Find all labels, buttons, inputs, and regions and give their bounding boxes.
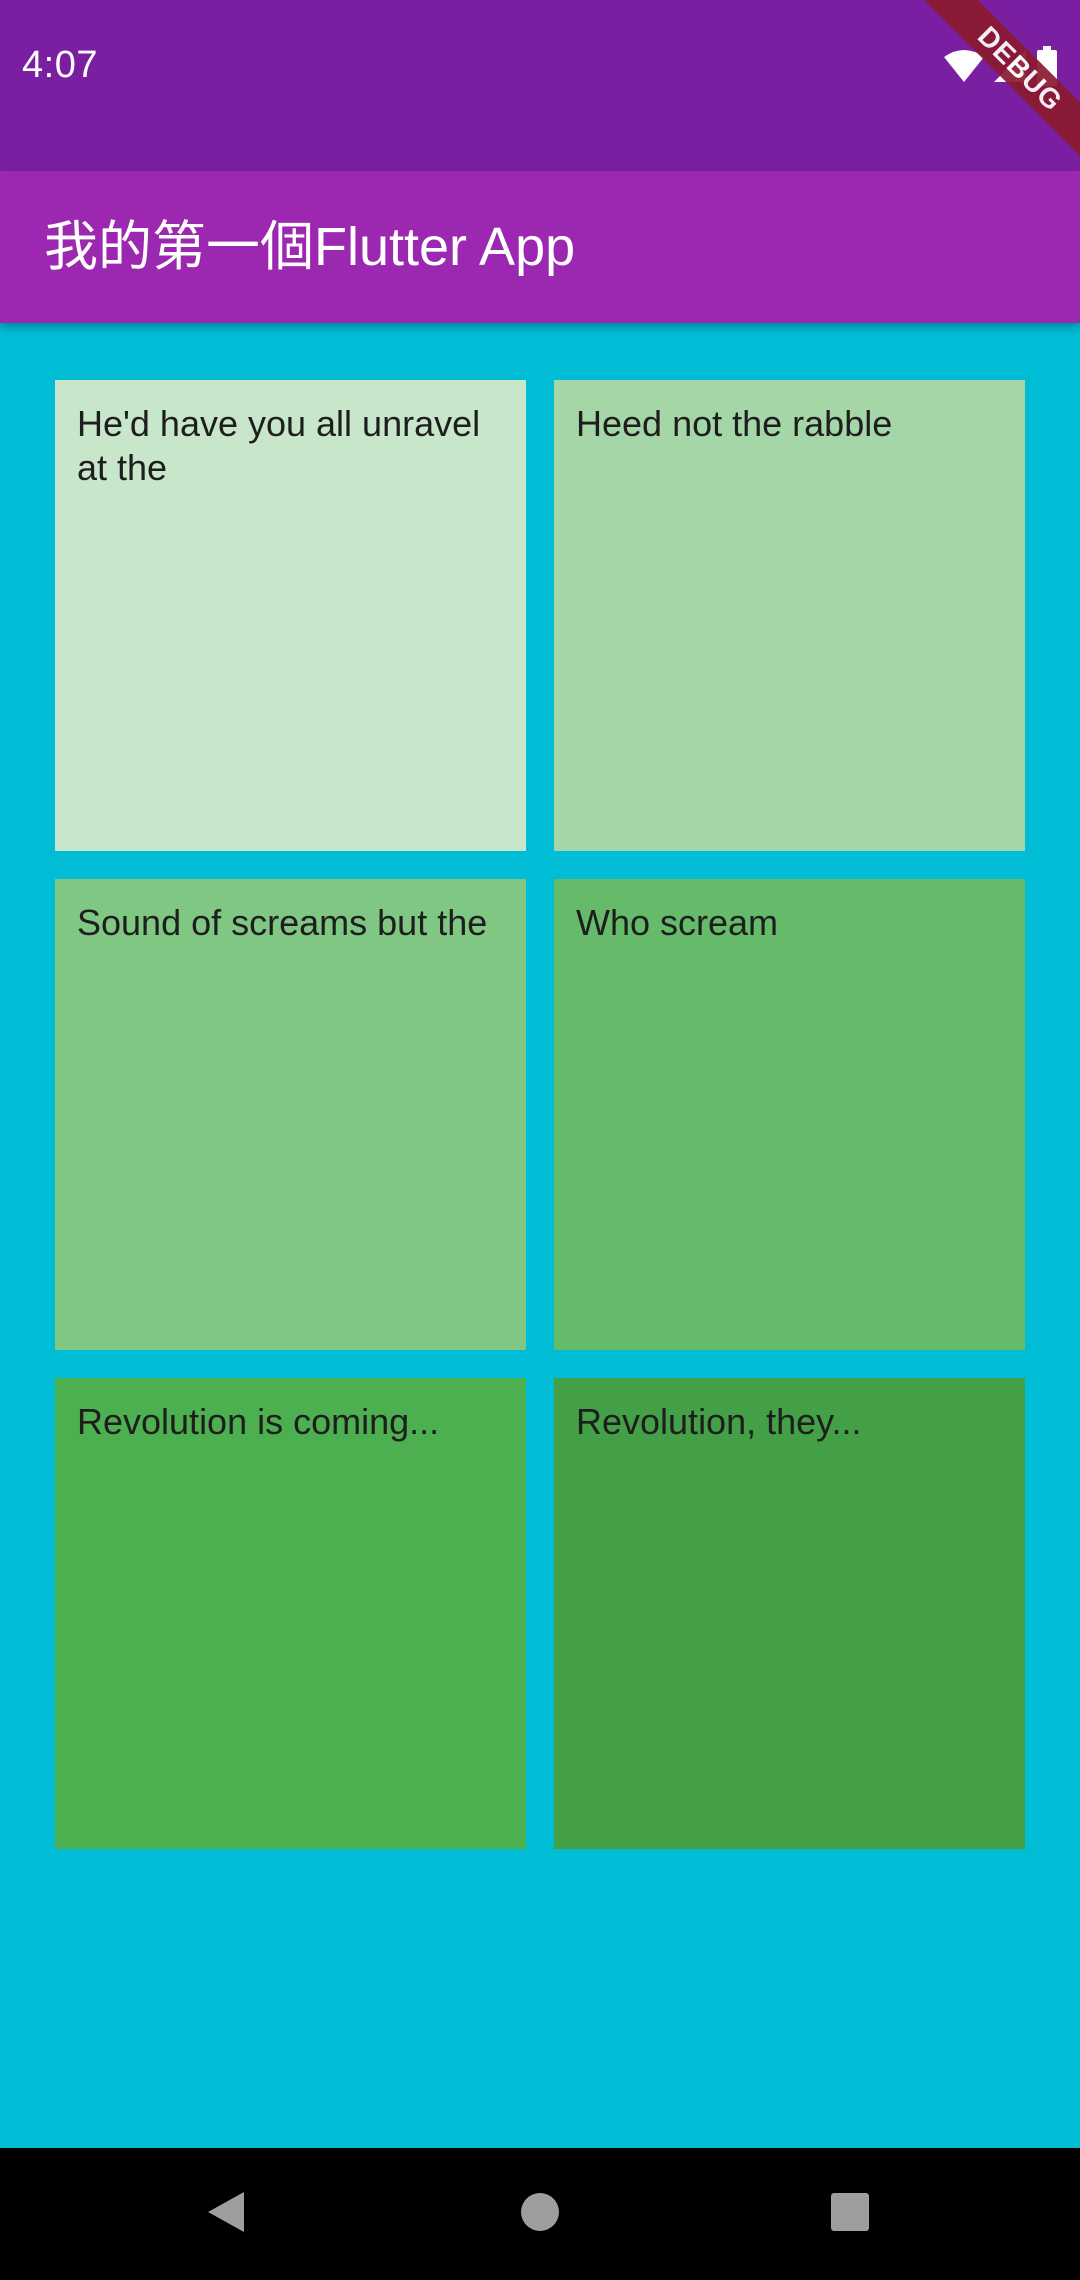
grid-tile: Revolution, they... <box>554 1378 1025 1849</box>
status-icons <box>944 46 1058 86</box>
grid-tile-text: He'd have you all unravel at the <box>77 403 481 488</box>
status-bar: 4:07 <box>0 0 1080 171</box>
recents-button[interactable] <box>790 2148 910 2280</box>
recents-icon <box>830 2192 870 2237</box>
grid-tile: Sound of screams but the <box>55 879 526 1350</box>
grid-tile-text: Heed not the rabble <box>576 403 893 444</box>
signal-icon <box>992 48 1028 84</box>
app-bar-title: 我的第一個Flutter App <box>44 217 576 277</box>
grid-tile-text: Revolution, they... <box>576 1401 862 1442</box>
app-bar: 我的第一個Flutter App <box>0 171 1080 323</box>
navigation-bar <box>0 2148 1080 2280</box>
grid-tile-text: Revolution is coming... <box>77 1401 440 1442</box>
grid-tile: He'd have you all unravel at the <box>55 380 526 851</box>
app-screen: 4:07 DEBUG 我的第一個Flutter App He'd have yo… <box>0 0 1080 2280</box>
back-icon <box>206 2190 246 2239</box>
status-time: 4:07 <box>22 44 98 86</box>
home-button[interactable] <box>480 2148 600 2280</box>
back-button[interactable] <box>166 2148 286 2280</box>
grid-tile: Heed not the rabble <box>554 380 1025 851</box>
grid-tile: Who scream <box>554 879 1025 1350</box>
grid-tile-text: Who scream <box>576 902 779 943</box>
tile-grid: He'd have you all unravel at the Heed no… <box>55 380 1025 1849</box>
grid-tile: Revolution is coming... <box>55 1378 526 1849</box>
grid-tile-text: Sound of screams but the <box>77 902 488 943</box>
battery-icon <box>1036 46 1058 86</box>
home-icon <box>519 2191 561 2238</box>
wifi-icon <box>944 49 984 83</box>
